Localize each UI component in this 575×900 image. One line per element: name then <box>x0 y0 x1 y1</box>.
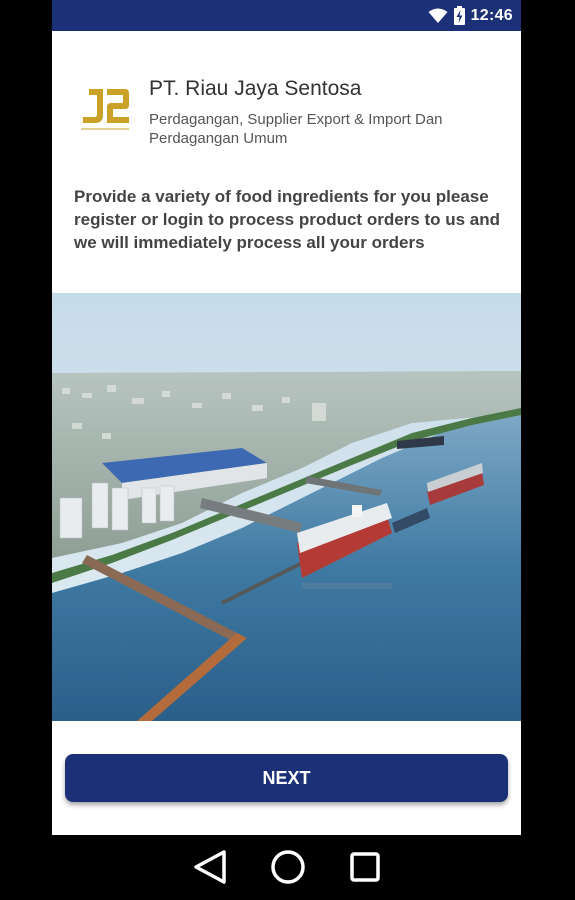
company-name: PT. Riau Jaya Sentosa <box>149 77 362 100</box>
home-icon[interactable] <box>263 847 313 887</box>
next-button[interactable]: NEXT <box>65 754 508 802</box>
back-icon[interactable] <box>185 847 235 887</box>
app-screen: 12:46 PT. Riau Jaya Sentosa Perdagangan,… <box>52 0 521 835</box>
system-nav-bar <box>0 835 575 900</box>
harbor-aerial-image <box>52 293 521 721</box>
company-description: Perdagangan, Supplier Export & Import Da… <box>149 111 443 147</box>
wifi-icon <box>428 8 448 24</box>
status-bar: 12:46 <box>52 0 521 31</box>
company-header: PT. Riau Jaya Sentosa Perdagangan, Suppl… <box>52 31 521 181</box>
status-icons: 12:46 <box>428 0 513 31</box>
intro-text: Provide a variety of food ingredients fo… <box>74 187 501 252</box>
recents-icon[interactable] <box>340 847 390 887</box>
battery-charging-icon <box>453 6 465 25</box>
company-logo <box>77 81 133 137</box>
status-time: 12:46 <box>470 6 513 24</box>
